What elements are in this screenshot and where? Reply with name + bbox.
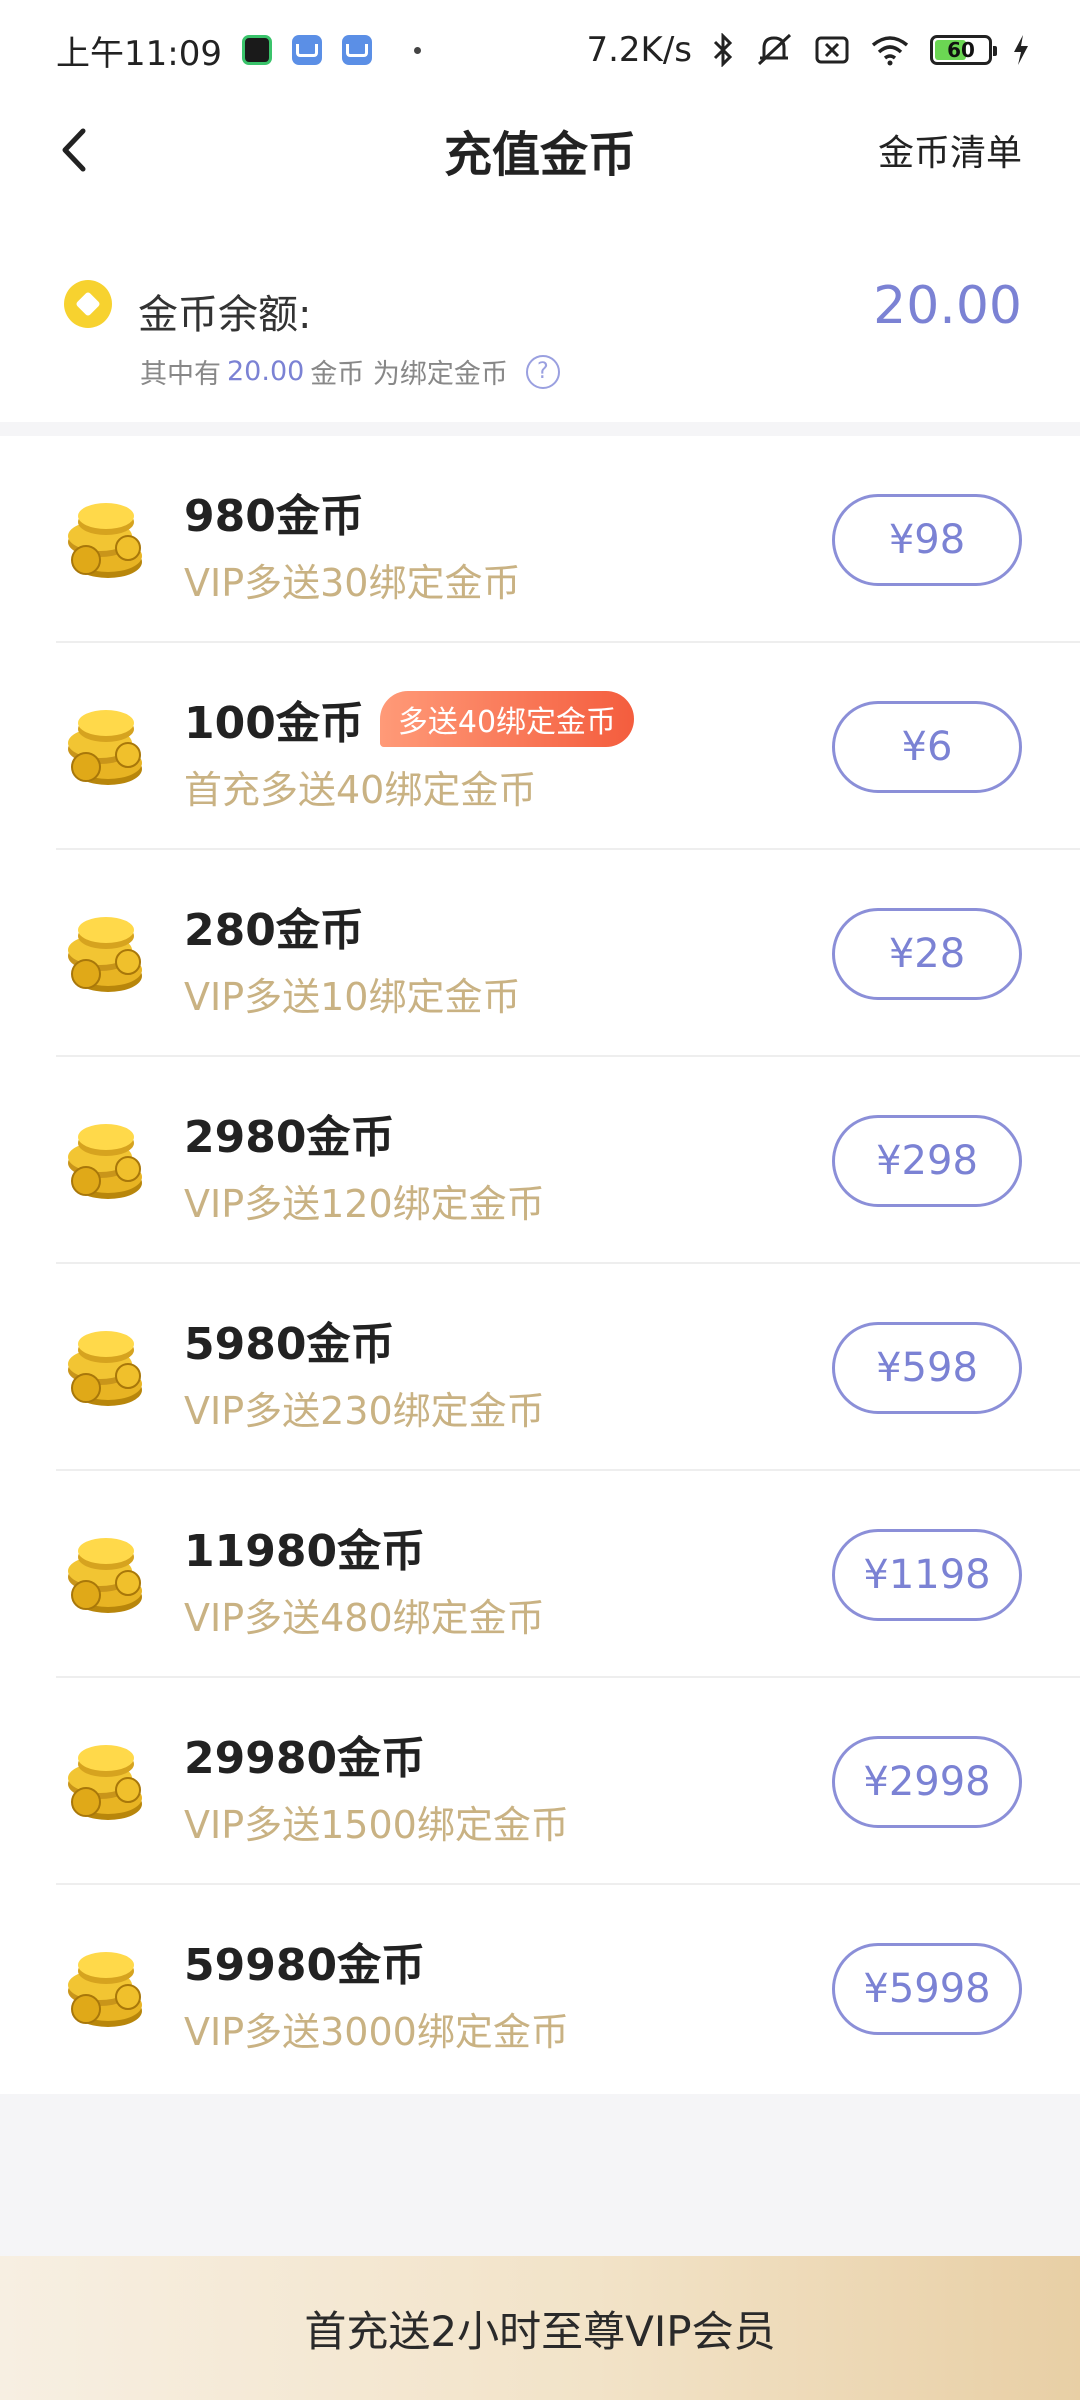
nav-bar: 充值金币 金币清单 — [0, 100, 1080, 200]
package-bonus: VIP多送120绑定金币 — [184, 1182, 545, 1226]
coin-stack-icon — [68, 1745, 142, 1820]
package-row[interactable]: 100金币 多送40绑定金币 首充多送40绑定金币 ¥6 — [56, 643, 1080, 850]
price-button[interactable]: ¥298 — [832, 1115, 1022, 1207]
package-title: 980金币 — [184, 480, 364, 544]
package-coins: 11980金币 — [184, 1526, 426, 1577]
package-row[interactable]: 980金币 VIP多送30绑定金币 ¥98 — [56, 436, 1080, 643]
package-bonus: VIP多送3000绑定金币 — [184, 2010, 569, 2054]
bound-note-suffix: 金币 为绑定金币 — [310, 359, 508, 390]
package-title: 100金币 多送40绑定金币 — [184, 687, 635, 751]
package-coins: 5980金币 — [184, 1319, 395, 1370]
package-bonus: 首充多送40绑定金币 — [184, 768, 537, 812]
battery-icon: 60 — [930, 35, 997, 65]
battery-level: 60 — [947, 38, 975, 62]
price-button[interactable]: ¥5998 — [832, 1943, 1022, 2035]
back-button[interactable] — [48, 124, 100, 176]
package-title: 11980金币 — [184, 1515, 425, 1579]
recharge-page: 上午11:09 7.2K/s 60 充值金币 金币清单 金币余额: 20.00 … — [0, 0, 1080, 2400]
status-bar: 上午11:09 7.2K/s 60 — [0, 0, 1080, 100]
package-coins: 100金币 — [184, 698, 364, 749]
price-button[interactable]: ¥2998 — [832, 1736, 1022, 1828]
coin-stack-icon — [68, 1538, 142, 1613]
charging-icon — [1012, 34, 1030, 66]
package-bonus: VIP多送480绑定金币 — [184, 1596, 545, 1640]
package-bonus: VIP多送10绑定金币 — [184, 975, 521, 1019]
package-bonus: VIP多送230绑定金币 — [184, 1389, 545, 1433]
help-icon[interactable]: ? — [525, 354, 560, 389]
package-bonus: VIP多送30绑定金币 — [184, 561, 521, 605]
vip-promo-banner[interactable]: 首充送2小时至尊VIP会员 — [0, 2256, 1080, 2400]
balance-value: 20.00 — [873, 276, 1022, 336]
price-button[interactable]: ¥1198 — [832, 1529, 1022, 1621]
price-button[interactable]: ¥98 — [832, 494, 1022, 586]
coin-stack-icon — [68, 503, 142, 578]
package-row[interactable]: 11980金币 VIP多送480绑定金币 ¥1198 — [56, 1471, 1080, 1678]
vip-promo-text: 首充送2小时至尊VIP会员 — [304, 2306, 776, 2356]
coin-list-link[interactable]: 金币清单 — [878, 124, 1022, 176]
back-arrow-icon — [62, 128, 86, 172]
wifi-icon — [870, 34, 910, 66]
package-title: 5980金币 — [184, 1308, 394, 1372]
package-row[interactable]: 59980金币 VIP多送3000绑定金币 ¥5998 — [56, 1885, 1080, 2092]
package-row[interactable]: 2980金币 VIP多送120绑定金币 ¥298 — [56, 1057, 1080, 1264]
mail-icon — [341, 35, 372, 65]
balance-section: 金币余额: 20.00 其中有 20.00 金币 为绑定金币 ? — [0, 200, 1080, 422]
package-coins: 280金币 — [184, 905, 364, 956]
status-left: 上午11:09 — [56, 26, 421, 75]
bound-note-prefix: 其中有 — [140, 359, 221, 390]
bound-note-amount: 20.00 — [227, 356, 305, 387]
price-button[interactable]: ¥28 — [832, 908, 1022, 1000]
status-time: 上午11:09 — [56, 33, 222, 74]
status-right: 7.2K/s 60 — [586, 30, 1030, 70]
package-title: 280金币 — [184, 894, 364, 958]
page-title: 充值金币 — [443, 127, 636, 183]
package-list: 980金币 VIP多送30绑定金币 ¥98 100金币 多送40绑定金币 首充多… — [0, 436, 1080, 2094]
promo-badge: 多送40绑定金币 — [379, 691, 635, 747]
price-button[interactable]: ¥6 — [832, 701, 1022, 793]
network-speed: 7.2K/s — [586, 30, 692, 70]
coin-stack-icon — [68, 1331, 142, 1406]
coin-icon — [64, 280, 112, 328]
package-title: 2980金币 — [184, 1101, 394, 1165]
package-coins: 29980金币 — [184, 1733, 426, 1784]
package-row[interactable]: 5980金币 VIP多送230绑定金币 ¥598 — [56, 1264, 1080, 1471]
package-title: 29980金币 — [184, 1722, 425, 1786]
coin-stack-icon — [68, 1952, 142, 2027]
package-coins: 59980金币 — [184, 1940, 426, 1991]
coin-stack-icon — [68, 917, 142, 992]
price-button[interactable]: ¥598 — [832, 1322, 1022, 1414]
package-coins: 2980金币 — [184, 1112, 395, 1163]
package-bonus: VIP多送1500绑定金币 — [184, 1803, 569, 1847]
balance-label: 金币余额: — [138, 292, 312, 338]
bluetooth-icon — [712, 33, 734, 67]
coin-stack-icon — [68, 710, 142, 785]
mail-icon — [291, 35, 322, 65]
app-notification-icon — [241, 35, 272, 65]
package-title: 59980金币 — [184, 1929, 425, 1993]
mute-icon — [754, 32, 794, 68]
more-notifications-icon — [413, 46, 421, 54]
coin-stack-icon — [68, 1124, 142, 1199]
bound-coin-note: 其中有 20.00 金币 为绑定金币 ? — [140, 352, 560, 391]
package-row[interactable]: 29980金币 VIP多送1500绑定金币 ¥2998 — [56, 1678, 1080, 1885]
no-sim-icon — [814, 33, 850, 67]
package-coins: 980金币 — [184, 491, 364, 542]
package-row[interactable]: 280金币 VIP多送10绑定金币 ¥28 — [56, 850, 1080, 1057]
